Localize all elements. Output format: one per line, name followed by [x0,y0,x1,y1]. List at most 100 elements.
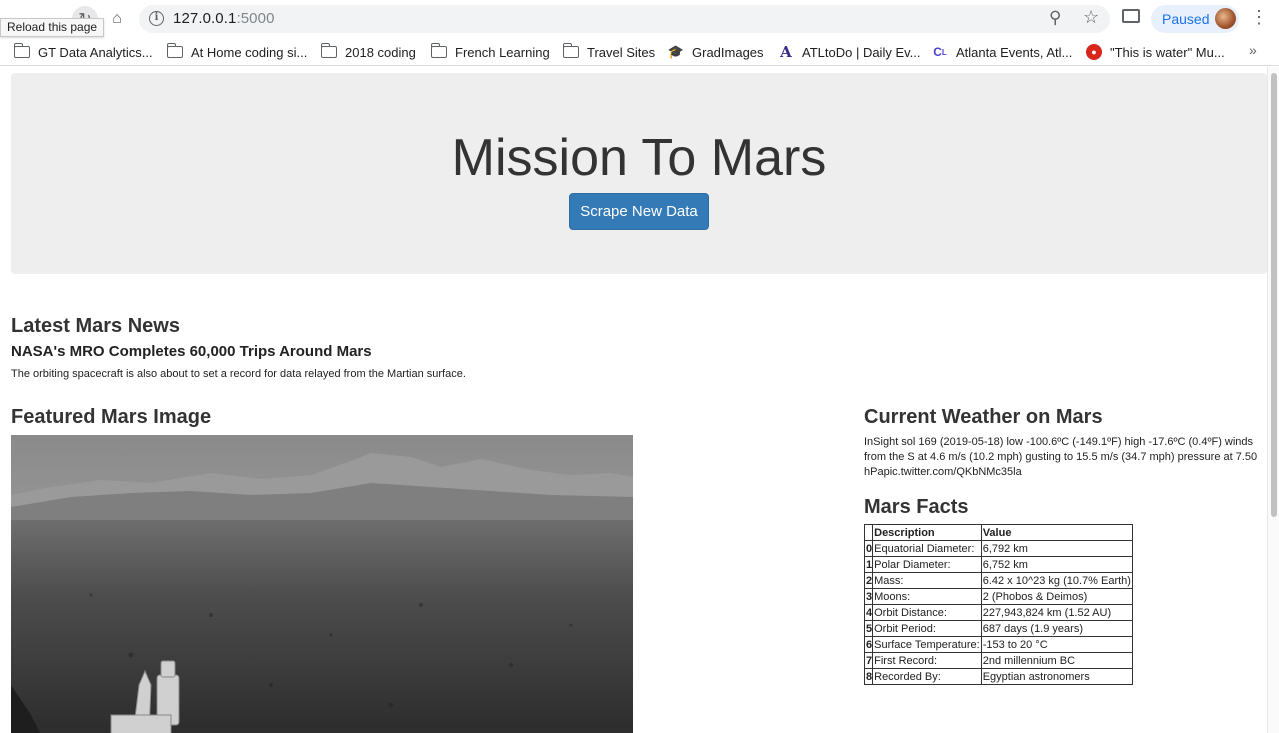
table-row: 3 Moons: 2 (Phobos & Deimos) [863,588,1133,605]
fact-value: 6,792 km [980,540,1133,557]
home-icon[interactable]: ⌂ [105,7,129,31]
red-circle-icon: ● [1086,44,1102,60]
folder-icon [430,43,447,58]
bookmark-gt-data-analytics[interactable]: GT Data Analytics... [13,42,153,62]
mars-landscape-image [11,435,633,733]
browser-toolbar: ← → ↻ ⌂ i 127.0.0.1:5000 ⚲ ☆ Paused ⋮ [0,0,1279,38]
bookmark-label: ATLtoDo | Daily Ev... [802,44,921,60]
row-index: 1 [863,556,874,573]
table-row: 8 Recorded By: Egyptian astronomers [863,668,1133,685]
bookmark-label: "This is water" Mu... [1110,44,1225,60]
avatar [1215,8,1236,29]
fact-value: 6.42 x 10^23 kg (10.7% Earth) [980,572,1133,589]
bookmark-atltodo[interactable]: A ATLtoDo | Daily Ev... [778,42,921,62]
graduation-cap-icon: 🎓 [667,44,685,59]
folder-icon [320,43,337,58]
index-header [863,524,874,541]
featured-mars-image[interactable] [11,435,633,733]
url-host: 127.0.0.1 [173,10,237,27]
fact-description: Orbit Period: [872,620,982,637]
fact-value: Egyptian astronomers [980,668,1133,685]
fact-description: First Record: [872,652,982,669]
folder-icon [562,43,579,58]
row-index: 2 [863,572,874,589]
menu-dots-icon[interactable]: ⋮ [1250,8,1268,26]
fact-description: Surface Temperature: [872,636,982,653]
fact-value: -153 to 20 °C [980,636,1133,653]
weather-heading: Current Weather on Mars [864,406,1103,428]
mars-facts-table: Description Value 0 Equatorial Diameter: 6… [863,524,1133,685]
bookmark-label: GT Data Analytics... [38,44,153,60]
table-row: 7 First Record: 2nd millennium BC [863,652,1133,669]
folder-icon [166,43,183,58]
fact-description: Orbit Distance: [872,604,982,621]
creative-loafing-icon: CL [933,45,947,59]
profile-button[interactable]: Paused [1151,5,1239,33]
fact-description: Recorded By: [872,668,982,685]
info-icon[interactable]: i [149,11,164,26]
url-text[interactable]: 127.0.0.1:5000 [173,10,275,27]
row-index: 8 [863,668,874,685]
cast-icon[interactable] [1122,9,1140,23]
url-port: :5000 [236,10,275,27]
bookmark-this-is-water[interactable]: ● "This is water" Mu... [1086,42,1225,62]
reload-tooltip: Reload this page [0,18,105,37]
scrape-new-data-button[interactable]: Scrape New Data [569,193,709,230]
bookmarks-bar: GT Data Analytics... At Home coding si..… [0,38,1279,66]
bookmark-label: French Learning [455,44,550,60]
fact-value: 687 days (1.9 years) [980,620,1133,637]
table-row: 2 Mass: 6.42 x 10^23 kg (10.7% Earth) [863,572,1133,589]
table-row: 1 Polar Diameter: 6,752 km [863,556,1133,573]
folder-icon [13,43,30,58]
page-title: Mission To Mars [451,129,827,187]
bookmark-label: Atlanta Events, Atl... [956,44,1073,60]
jumbotron: Mission To Mars Scrape New Data [11,73,1267,274]
page-viewport: Mission To Mars Scrape New Data Latest M… [0,67,1279,733]
row-index: 6 [863,636,874,653]
bookmark-2018-coding[interactable]: 2018 coding [320,42,416,62]
fact-value: 2nd millennium BC [980,652,1133,669]
row-index: 0 [863,540,874,557]
description-header: Description [872,524,982,541]
fact-value: 6,752 km [980,556,1133,573]
profile-status-label: Paused [1162,11,1210,27]
row-index: 7 [863,652,874,669]
news-title: NASA's MRO Completes 60,000 Trips Around… [11,343,372,360]
vertical-scrollbar[interactable] [1267,67,1279,733]
facts-heading: Mars Facts [864,496,969,518]
fact-description: Moons: [872,588,982,605]
featured-image-heading: Featured Mars Image [11,406,212,428]
more-bookmarks-chevron-icon[interactable]: » [1249,42,1257,58]
bookmark-label: At Home coding si... [191,44,308,60]
fact-value: 227,943,824 km (1.52 AU) [980,604,1133,621]
address-bar[interactable]: i 127.0.0.1:5000 ⚲ ☆ [139,5,1110,33]
fact-description: Mass: [872,572,982,589]
fact-description: Equatorial Diameter: [872,540,982,557]
bookmark-label: 2018 coding [345,44,416,60]
table-row: 5 Orbit Period: 687 days (1.9 years) [863,620,1133,637]
table-header-row: Description Value [863,524,1133,541]
news-paragraph: The orbiting spacecraft is also about to… [11,368,466,380]
bookmark-at-home-coding[interactable]: At Home coding si... [166,42,308,62]
table-row: 6 Surface Temperature: -153 to 20 °C [863,636,1133,653]
bookmark-gradimages[interactable]: 🎓 GradImages [668,42,764,62]
table-row: 0 Equatorial Diameter: 6,792 km [863,540,1133,557]
atltodo-icon: A [780,43,792,61]
row-index: 5 [863,620,874,637]
zoom-icon[interactable]: ⚲ [1049,8,1061,28]
bookmark-travel-sites[interactable]: Travel Sites [562,42,656,62]
weather-tweet: InSight sol 169 (2019-05-18) low -100.6º… [864,436,1258,478]
bookmark-label: Travel Sites [587,44,656,60]
value-header: Value [980,524,1133,541]
bookmark-atlanta-events[interactable]: C L Atlanta Events, Atl... [932,42,1072,62]
row-index: 4 [863,604,874,621]
row-index: 3 [863,588,874,605]
bookmark-french-learning[interactable]: French Learning [430,42,550,62]
fact-value: 2 (Phobos & Deimos) [980,588,1133,605]
bookmark-star-icon[interactable]: ☆ [1083,7,1099,28]
fact-description: Polar Diameter: [872,556,982,573]
latest-news-heading: Latest Mars News [11,315,180,337]
table-row: 4 Orbit Distance: 227,943,824 km (1.52 AU) [863,604,1133,621]
scrollbar-thumb[interactable] [1271,73,1277,517]
bookmark-label: GradImages [692,44,764,60]
